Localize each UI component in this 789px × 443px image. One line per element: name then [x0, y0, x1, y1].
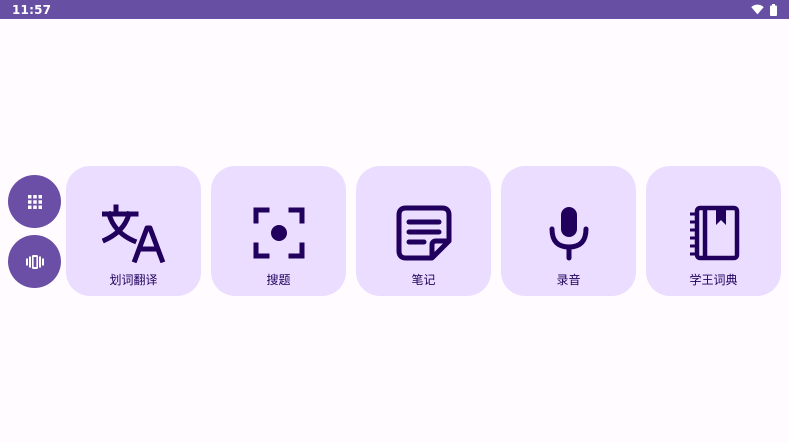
tile-translate[interactable]: 划词翻译	[66, 166, 201, 296]
tool-tiles: 划词翻译 搜题 笔记 录音 学王词典	[66, 166, 781, 296]
vibrate-icon	[25, 254, 44, 269]
tile-search-question[interactable]: 搜题	[211, 166, 346, 296]
wifi-icon	[751, 4, 764, 15]
vibrate-button[interactable]	[8, 235, 61, 288]
note-icon	[391, 200, 457, 266]
battery-icon	[770, 3, 777, 16]
tile-recording[interactable]: 录音	[501, 166, 636, 296]
status-time: 11:57	[12, 2, 52, 17]
translate-icon	[101, 200, 167, 266]
tile-search-question-label: 搜题	[266, 273, 291, 287]
microphone-icon	[536, 200, 602, 266]
apps-button[interactable]	[8, 175, 61, 228]
camera-focus-icon	[246, 200, 312, 266]
apps-grid-icon	[27, 194, 42, 209]
tile-notes-label: 笔记	[411, 273, 436, 287]
tile-translate-label: 划词翻译	[109, 273, 158, 287]
tile-notes[interactable]: 笔记	[356, 166, 491, 296]
status-bar: 11:57	[0, 0, 789, 19]
tile-dictionary[interactable]: 学王词典	[646, 166, 781, 296]
dictionary-book-icon	[681, 200, 747, 266]
tile-recording-label: 录音	[556, 273, 581, 287]
tile-dictionary-label: 学王词典	[689, 273, 738, 287]
status-icons	[751, 3, 777, 16]
